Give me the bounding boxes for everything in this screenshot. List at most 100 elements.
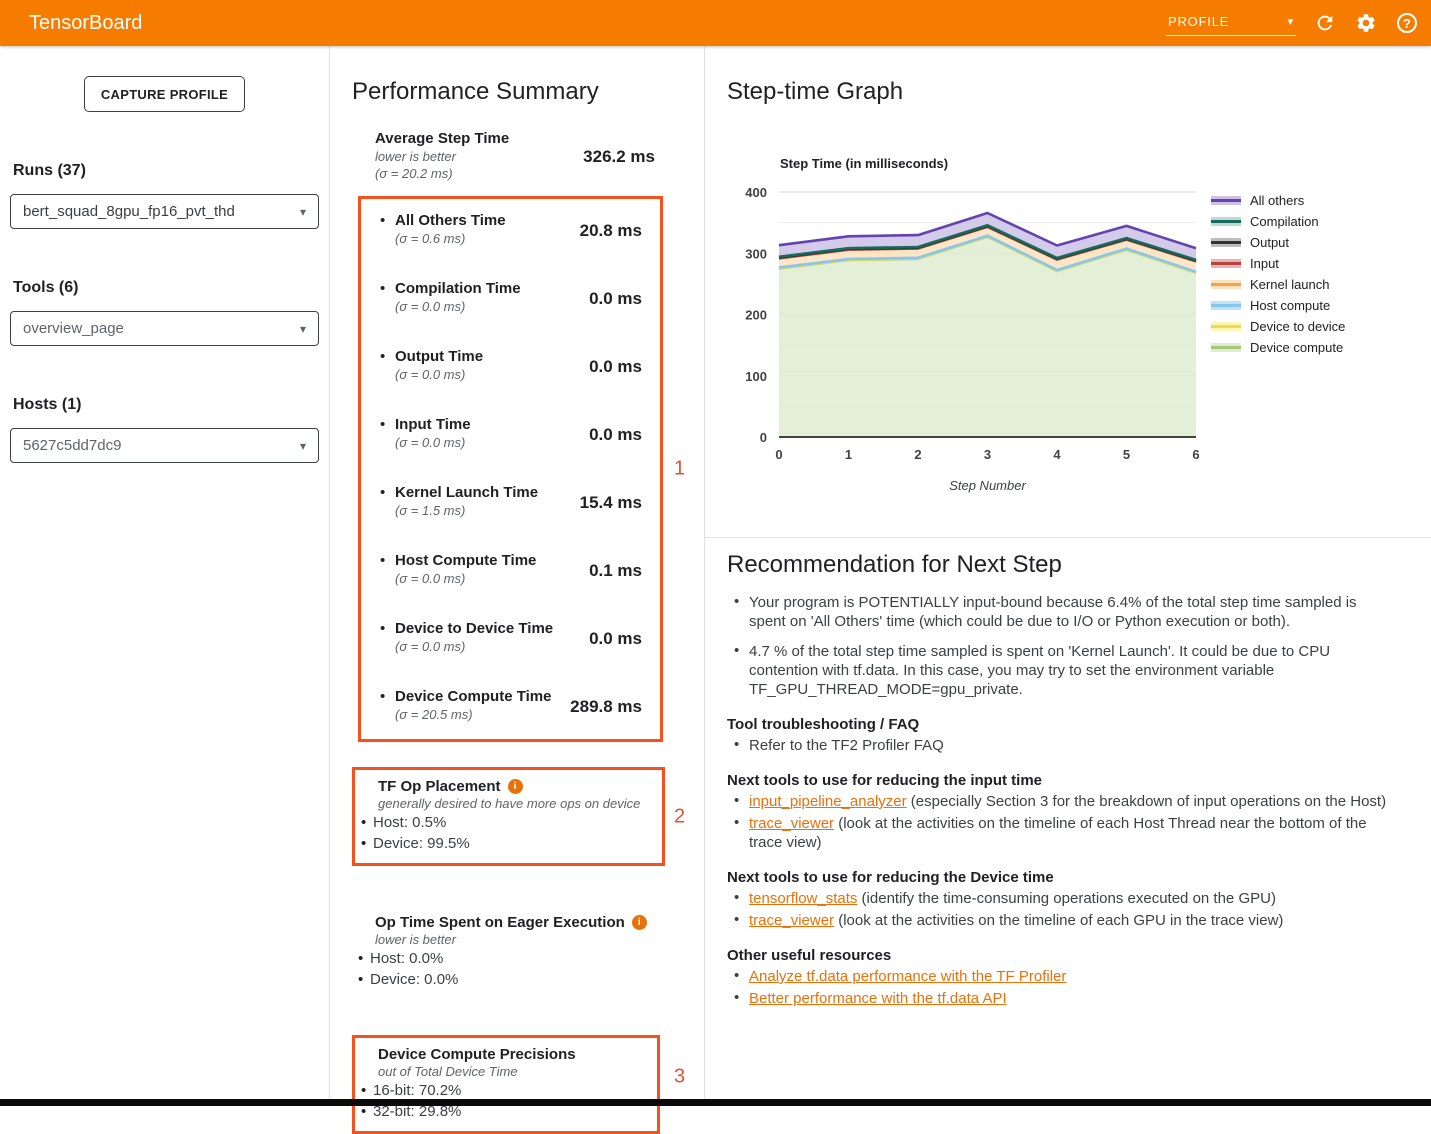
app-title: TensorBoard (29, 12, 142, 35)
recommendation-item: •trace_viewer (look at the activities on… (727, 814, 1427, 852)
chevron-down-icon: ▾ (300, 322, 306, 336)
svg-text:3: 3 (984, 447, 991, 462)
recommendation-item-text: Refer to the TF2 Profiler FAQ (749, 736, 1397, 755)
app-bar: TensorBoard PROFILE ▾ ? (0, 0, 1431, 46)
metric-sigma: (σ = 0.0 ms) (395, 570, 589, 587)
svg-text:100: 100 (745, 369, 767, 384)
recommendation-item: •tensorflow_stats (identify the time-con… (727, 889, 1427, 908)
recommendation-link[interactable]: trace_viewer (749, 912, 834, 929)
metric-sigma: (σ = 0.0 ms) (395, 638, 589, 655)
metric-text: Output Time(σ = 0.0 ms) (395, 348, 589, 383)
metric-value: 15.4 ms (580, 493, 642, 513)
metric-title: Output Time (395, 348, 589, 366)
metric-sigma: (σ = 0.0 ms) (395, 298, 589, 315)
metric-title: Host Compute Time (395, 552, 589, 570)
recommendation-link[interactable]: input_pipeline_analyzer (749, 793, 907, 810)
legend-line (1211, 283, 1241, 286)
recommendation-text: 4.7 % of the total step time sampled is … (749, 642, 1397, 699)
legend-line (1211, 346, 1241, 349)
hosts-select[interactable]: 5627c5dd7dc9 ▾ (10, 428, 319, 463)
metric-row: •Kernel Launch Time(σ = 1.5 ms)15.4 ms (380, 484, 642, 519)
dashboard-selector[interactable]: PROFILE ▾ (1166, 10, 1296, 36)
recommendation-link[interactable]: Better performance with the tf.data API (749, 990, 1007, 1007)
legend-line (1211, 241, 1241, 244)
settings-button[interactable] (1354, 11, 1378, 35)
svg-text:300: 300 (745, 246, 767, 261)
legend-swatch (1211, 322, 1241, 331)
list-item-text: Host: 0.0% (370, 950, 443, 968)
average-step-time-row: Average Step Time lower is better (σ = 2… (352, 130, 655, 182)
recommendation-item-text: tensorflow_stats (identify the time-cons… (749, 889, 1397, 908)
list-item-text: 16-bit: 70.2% (373, 1082, 461, 1100)
legend-label: All others (1250, 193, 1304, 208)
refresh-button[interactable] (1313, 11, 1337, 35)
tf-op-placement-title: TF Op Placement (378, 778, 501, 795)
metric-sigma: (σ = 20.2 ms) (375, 165, 583, 182)
metric-row: •Input Time(σ = 0.0 ms)0.0 ms (380, 416, 642, 451)
legend-line (1211, 262, 1241, 265)
list-item-text: Device: 99.5% (373, 835, 470, 853)
device-compute-precisions-box: Device Compute Precisions out of Total D… (352, 1035, 660, 1134)
annotation-number-1: 1 (674, 458, 685, 481)
annotation-number-3: 3 (674, 1066, 685, 1089)
eager-subtitle: lower is better (356, 932, 655, 947)
metric-value: 0.0 ms (589, 629, 642, 649)
metric-title: Kernel Launch Time (395, 484, 580, 502)
metric-title: Device to Device Time (395, 620, 589, 638)
precisions-subtitle: out of Total Device Time (359, 1064, 647, 1079)
hosts-label: Hosts (1) (13, 396, 319, 414)
chevron-down-icon: ▾ (1288, 15, 1294, 28)
svg-text:0: 0 (775, 447, 782, 462)
metric-title: Average Step Time (375, 130, 583, 148)
metric-row: •Device to Device Time(σ = 0.0 ms)0.0 ms (380, 620, 642, 655)
bullet-icon: • (359, 1082, 373, 1100)
recommendation-link[interactable]: tensorflow_stats (749, 890, 857, 907)
tf-op-placement-subtitle: generally desired to have more ops on de… (359, 796, 652, 811)
legend-label: Output (1250, 235, 1289, 250)
bullet-icon: • (359, 814, 373, 832)
metric-text: Compilation Time(σ = 0.0 ms) (395, 280, 589, 315)
legend-swatch (1211, 238, 1241, 247)
runs-select[interactable]: bert_squad_8gpu_fp16_pvt_thd ▾ (10, 194, 319, 229)
metric-row: •Device Compute Time(σ = 20.5 ms)289.8 m… (380, 688, 642, 723)
metric-value: 20.8 ms (580, 221, 642, 241)
recommendation-link[interactable]: trace_viewer (749, 815, 834, 832)
legend-label: Device compute (1250, 340, 1343, 355)
chart-legend: All othersCompilationOutputInputKernel l… (1211, 190, 1345, 358)
step-time-chart: 01002003004000123456Step Number (735, 180, 1215, 510)
svg-text:4: 4 (1053, 447, 1061, 462)
bullet-icon: • (727, 792, 749, 811)
tools-label: Tools (6) (13, 279, 319, 297)
metric-title: Input Time (395, 416, 589, 434)
list-item-text: Host: 0.5% (373, 814, 446, 832)
refresh-icon (1314, 12, 1336, 34)
performance-summary-panel: Performance Summary Average Step Time lo… (330, 46, 705, 1100)
help-icon: ? (1397, 13, 1417, 33)
step-time-breakdown-box: •All Others Time(σ = 0.6 ms)20.8 ms•Comp… (358, 196, 663, 742)
info-icon[interactable]: i (632, 915, 647, 930)
legend-swatch (1211, 217, 1241, 226)
bullet-icon: • (380, 620, 395, 655)
legend-item: Device to device (1211, 316, 1345, 337)
legend-item: Compilation (1211, 211, 1345, 232)
legend-swatch (1211, 196, 1241, 205)
bullet-icon: • (727, 889, 749, 908)
recommendation-panel: Recommendation for Next Step •Your progr… (727, 551, 1427, 1011)
capture-profile-button[interactable]: CAPTURE PROFILE (84, 76, 245, 112)
metric-text: Host Compute Time(σ = 0.0 ms) (395, 552, 589, 587)
bullet-icon: • (380, 212, 395, 247)
hosts-select-value: 5627c5dd7dc9 (23, 437, 121, 454)
bottom-edge-bar (0, 1099, 1431, 1106)
metric-title: Device Compute Time (395, 688, 570, 706)
recommendation-heading: Recommendation for Next Step (727, 551, 1427, 579)
help-button[interactable]: ? (1395, 11, 1419, 35)
recommendation-item-text: trace_viewer (look at the activities on … (749, 814, 1397, 852)
runs-label: Runs (37) (13, 162, 319, 180)
bullet-icon: • (727, 593, 749, 631)
recommendation-link[interactable]: Analyze tf.data performance with the TF … (749, 968, 1066, 985)
svg-text:0: 0 (760, 430, 767, 445)
tools-select[interactable]: overview_page ▾ (10, 311, 319, 346)
legend-item: Kernel launch (1211, 274, 1345, 295)
info-icon[interactable]: i (508, 779, 523, 794)
bullet-icon: • (380, 552, 395, 587)
